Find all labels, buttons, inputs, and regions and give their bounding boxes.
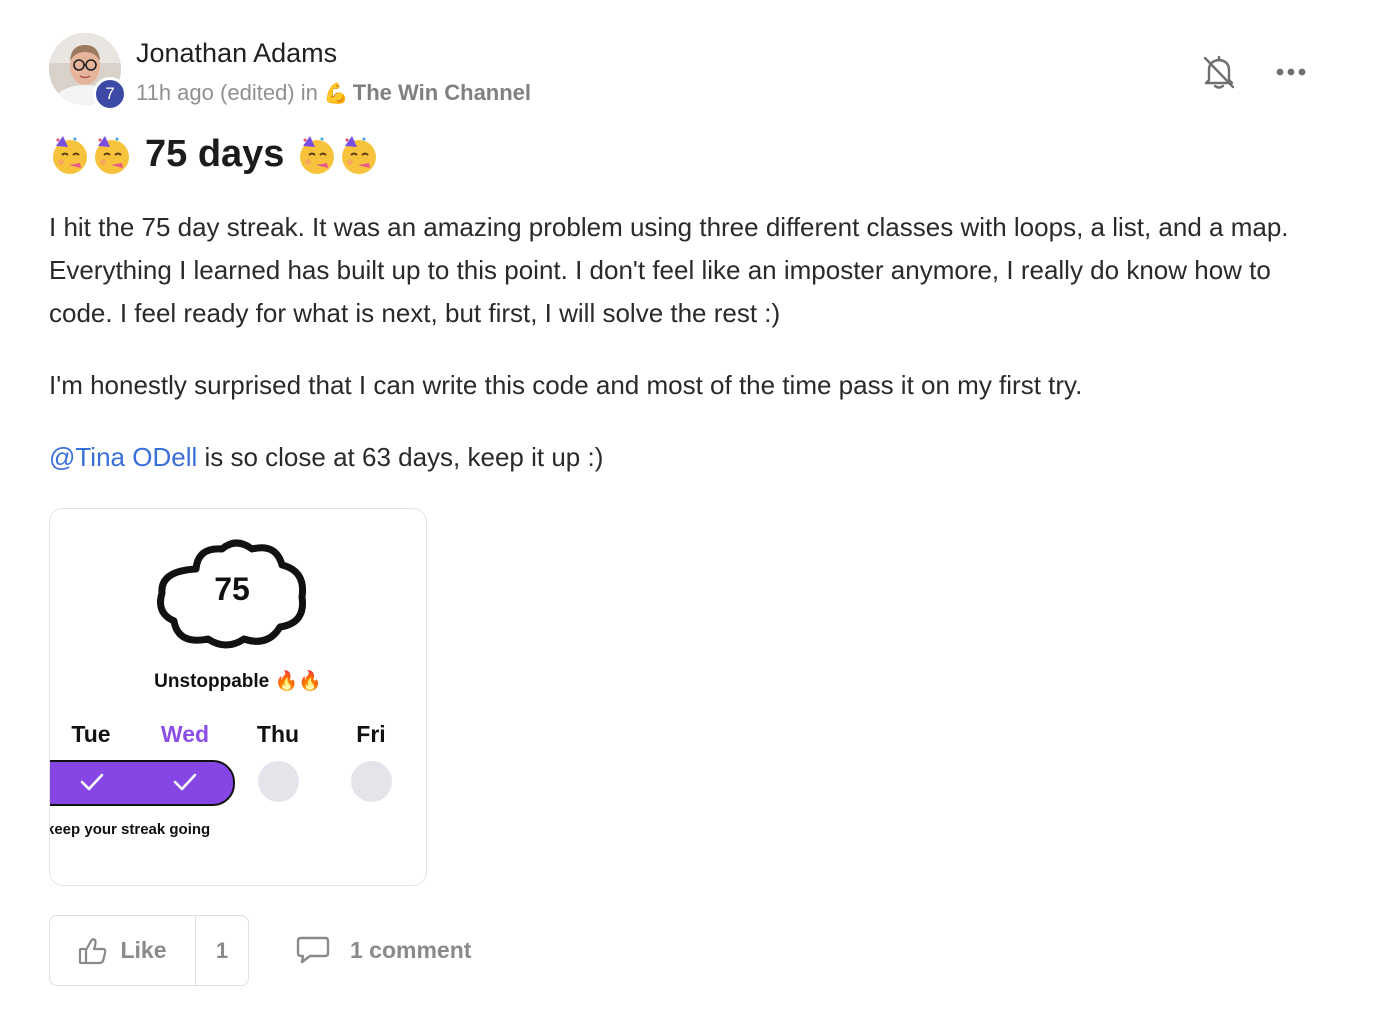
- check-icon: [80, 773, 104, 791]
- comment-icon: [296, 936, 330, 964]
- mention-text: is so close at 63 days, keep it up :): [197, 442, 604, 472]
- post-meta: 11h ago (edited) in 💪 The Win Channel: [136, 80, 531, 106]
- level-badge: 7: [93, 77, 127, 111]
- comment-label: 1 comment: [350, 936, 472, 963]
- partying-face-icon: [338, 134, 380, 176]
- partying-face-icon: [91, 134, 133, 176]
- post-paragraph: I'm honestly surprised that I can write …: [49, 370, 1083, 400]
- day-pending-dot: [351, 761, 392, 802]
- day-label: Thu: [256, 721, 300, 747]
- partying-face-icon: [296, 134, 338, 176]
- post-time: 11h ago: [136, 80, 214, 105]
- day-label: Tue: [71, 721, 111, 747]
- like-button[interactable]: Like: [50, 916, 196, 985]
- like-group: Like 1: [49, 915, 249, 986]
- thumbs-up-icon: [79, 937, 107, 964]
- streak-progress-bar: [50, 760, 235, 806]
- post-title-text: 75 days: [145, 133, 285, 175]
- post-paragraph: I hit the 75 day streak. It was an amazi…: [49, 212, 1289, 328]
- day-label-active: Wed: [160, 721, 210, 747]
- streak-count: 75: [214, 571, 250, 607]
- like-count[interactable]: 1: [196, 916, 248, 985]
- post-card: 7 Jonathan Adams 11h ago (edited) in 💪 T…: [0, 0, 1374, 1014]
- channel-link[interactable]: The Win Channel: [353, 80, 531, 106]
- like-label: Like: [120, 937, 167, 963]
- user-mention-link[interactable]: @Tina ODell: [49, 442, 197, 472]
- flexed-biceps-icon: 💪: [323, 82, 349, 105]
- check-icon: [173, 773, 197, 791]
- bell-off-icon[interactable]: [1202, 54, 1236, 90]
- post-title: 75 days: [49, 133, 380, 176]
- edited-label: (edited): [220, 80, 295, 105]
- comment-button[interactable]: 1 comment: [296, 930, 471, 970]
- day-label: Fri: [356, 721, 386, 747]
- streak-title: Unstoppable 🔥🔥: [154, 671, 322, 692]
- streak-footer: keep your streak going: [49, 821, 211, 838]
- in-label: in: [300, 80, 318, 105]
- streak-image[interactable]: 75 Unstoppable 🔥🔥 Tue Wed Thu Fri keep y…: [49, 508, 427, 886]
- partying-face-icon: [49, 134, 91, 176]
- post-paragraph-mention: @Tina ODell is so close at 63 days, keep…: [49, 436, 1339, 479]
- author-name[interactable]: Jonathan Adams: [136, 38, 337, 69]
- more-options-icon[interactable]: [1272, 60, 1312, 84]
- day-pending-dot: [258, 761, 299, 802]
